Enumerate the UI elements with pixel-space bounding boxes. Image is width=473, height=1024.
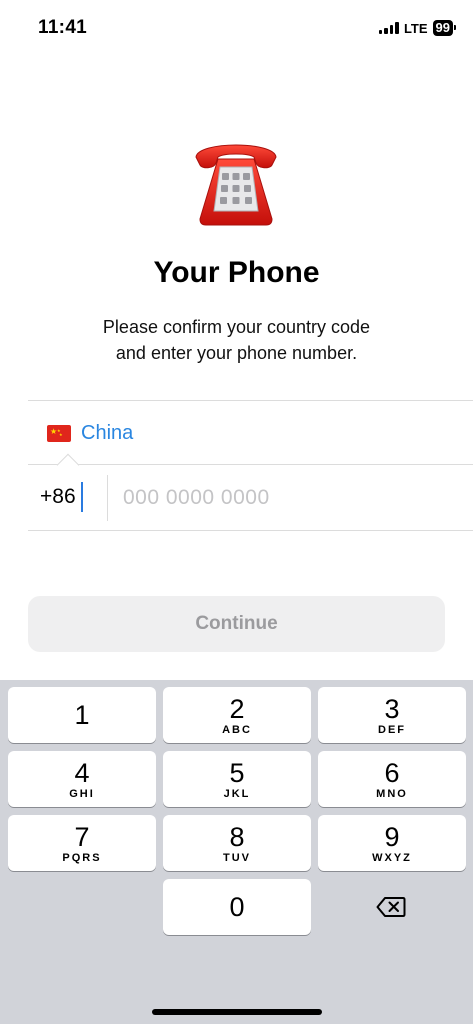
- subtitle-line-1: Please confirm your country code: [102, 317, 371, 337]
- network-label: LTE: [403, 20, 428, 36]
- key-number: 0: [229, 892, 245, 922]
- key-letters: TUV: [223, 851, 251, 864]
- key-6[interactable]: 6 MNO: [318, 751, 466, 807]
- status-indicators: LTE 99: [378, 20, 457, 36]
- backspace-button[interactable]: [317, 879, 465, 935]
- subtitle-line-2: and enter your phone number.: [115, 343, 358, 363]
- key-letters: ABC: [222, 723, 252, 736]
- key-8[interactable]: 8 TUV: [163, 815, 311, 871]
- status-bar: 11:41 LTE 99: [0, 0, 473, 56]
- key-number: 7: [74, 821, 90, 852]
- key-letters: PQRS: [62, 851, 102, 864]
- code-divider: [107, 475, 108, 521]
- key-number: 8: [229, 821, 245, 852]
- key-letters: MNO: [376, 787, 408, 800]
- text-cursor: [81, 482, 83, 512]
- telephone-icon: [195, 144, 277, 226]
- key-letters: WXYZ: [372, 851, 412, 864]
- key-letters: JKL: [223, 787, 251, 800]
- key-letters: DEF: [378, 723, 406, 736]
- key-number: 9: [384, 821, 400, 852]
- battery-icon: 99: [432, 20, 457, 36]
- key-number: 1: [74, 699, 90, 730]
- phone-row: +86: [28, 466, 473, 530]
- key-4[interactable]: 4 GHI: [8, 751, 156, 807]
- key-1[interactable]: 1: [8, 687, 156, 743]
- key-letters: GHI: [69, 787, 95, 800]
- country-name: China: [81, 421, 134, 444]
- status-time: 11:41: [38, 17, 88, 38]
- country-code-field[interactable]: +86: [40, 485, 76, 509]
- home-indicator[interactable]: [152, 1009, 322, 1015]
- key-3[interactable]: 3 DEF: [318, 687, 466, 743]
- key-number: 4: [74, 757, 90, 788]
- page-subtitle: Please confirm your country code and ent…: [60, 314, 413, 366]
- key-number: 2: [229, 693, 245, 724]
- phone-number-input[interactable]: [123, 480, 453, 516]
- numeric-keypad: 1 2 ABC 3 DEF 4 GHI 5 JKL 6 MNO 7 PQRS 8…: [0, 680, 473, 1024]
- divider-bottom: [28, 530, 473, 531]
- key-number: 6: [384, 757, 400, 788]
- divider-middle: [28, 464, 473, 465]
- key-number: 5: [229, 757, 245, 788]
- key-9[interactable]: 9 WXYZ: [318, 815, 466, 871]
- backspace-icon: [376, 897, 406, 917]
- key-0[interactable]: 0: [163, 879, 311, 935]
- key-7[interactable]: 7 PQRS: [8, 815, 156, 871]
- signal-icon: [378, 22, 399, 34]
- page-title: Your Phone: [153, 256, 320, 289]
- continue-button[interactable]: Continue: [28, 596, 445, 652]
- country-selector[interactable]: ★ ★ ★ China: [28, 401, 473, 465]
- key-number: 3: [384, 693, 400, 724]
- key-2[interactable]: 2 ABC: [163, 687, 311, 743]
- china-flag-icon: ★ ★ ★: [47, 424, 71, 442]
- key-5[interactable]: 5 JKL: [163, 751, 311, 807]
